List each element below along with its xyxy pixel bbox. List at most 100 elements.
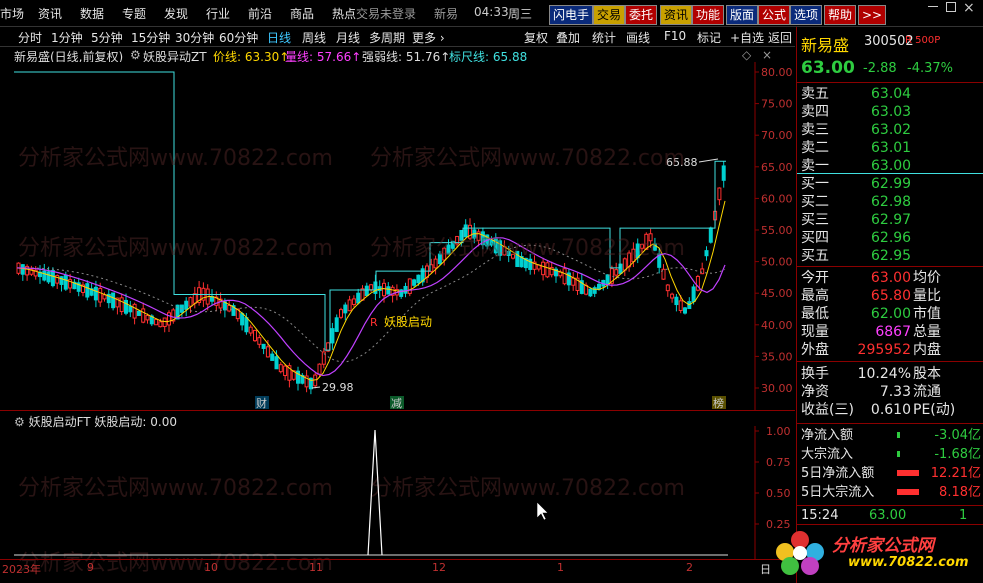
- sub-indicator-chart[interactable]: 1.000.750.500.25: [0, 426, 795, 559]
- bid-row[interactable]: 买三 62.97: [801, 211, 981, 229]
- stat-value: 63.00: [870, 270, 911, 286]
- restore-rights-button[interactable]: 复权: [524, 29, 548, 46]
- flow-row: 5日大宗流入 8.18亿: [801, 484, 981, 502]
- bid-row[interactable]: 买二 62.98: [801, 193, 981, 211]
- maximize-icon[interactable]: [946, 2, 956, 12]
- candle-body: [356, 292, 361, 304]
- menu-data[interactable]: 数据: [80, 5, 104, 22]
- ask-row[interactable]: 卖二 63.01: [801, 139, 981, 157]
- sub-axis: 1.000.750.500.25: [755, 426, 791, 531]
- price-change: -2.88: [863, 61, 897, 76]
- tab-5min[interactable]: 5分钟: [91, 29, 123, 46]
- low-annotation: 29.98: [322, 381, 354, 394]
- tab-15min[interactable]: 15分钟: [131, 29, 170, 46]
- candle-body: [248, 326, 253, 334]
- menu-industry[interactable]: 行业: [206, 5, 230, 22]
- more-button[interactable]: >>: [858, 5, 887, 25]
- back-button[interactable]: 返回: [768, 29, 792, 46]
- indicator-gear-icon[interactable]: ⚙: [130, 48, 141, 62]
- menu-commodity[interactable]: 商品: [290, 5, 314, 22]
- bid-row[interactable]: 买五 62.95: [801, 247, 981, 265]
- login-status[interactable]: 交易未登录: [356, 5, 416, 22]
- info-button[interactable]: 资讯: [660, 5, 693, 25]
- tab-weekly[interactable]: 周线: [302, 29, 326, 46]
- minimize-icon[interactable]: [928, 6, 938, 7]
- bid-price[interactable]: 62.98: [871, 193, 911, 211]
- ask-row[interactable]: 卖五 63.04: [801, 85, 981, 103]
- bid-row[interactable]: 买四 62.96: [801, 229, 981, 247]
- candle-body: [283, 365, 288, 377]
- stat-label: 最高: [801, 288, 829, 304]
- overlay-button[interactable]: 叠加: [556, 29, 580, 46]
- menu-market[interactable]: 市场: [0, 5, 24, 22]
- stat-row: 净资 7.33 流通: [801, 383, 981, 401]
- help-button[interactable]: 帮助: [824, 5, 857, 25]
- candle-body: [50, 270, 55, 287]
- stat-label: 换手: [801, 366, 829, 382]
- bid-price[interactable]: 62.99: [871, 175, 911, 193]
- tab-multi-period[interactable]: 多周期: [369, 29, 405, 46]
- x-label-1: 1: [557, 561, 564, 574]
- tick-price: 63.00: [869, 508, 907, 523]
- price-tick-label: 75.00: [761, 98, 793, 111]
- function-button[interactable]: 功能: [692, 5, 725, 25]
- menu-news[interactable]: 资讯: [38, 5, 62, 22]
- logo-text: 分析家公式网: [832, 536, 934, 556]
- formula-button[interactable]: 公式: [758, 5, 791, 25]
- diamond-icon[interactable]: ◇: [742, 48, 751, 62]
- lightning-trade-button[interactable]: 闪电手: [549, 5, 594, 25]
- bid-price[interactable]: 62.96: [871, 229, 911, 247]
- tab-daily[interactable]: 日线: [267, 29, 291, 46]
- trade-button[interactable]: 交易: [593, 5, 626, 25]
- candle-body: [614, 269, 619, 276]
- pane-divider[interactable]: [0, 410, 795, 411]
- x-axis-day-label[interactable]: 日: [760, 561, 771, 577]
- tab-30min[interactable]: 30分钟: [175, 29, 214, 46]
- candle-body: [721, 165, 726, 181]
- tab-more[interactable]: 更多 ›: [412, 29, 445, 46]
- bid-row[interactable]: 买一 62.99: [801, 175, 981, 193]
- f10-button[interactable]: F10: [664, 29, 686, 43]
- bid-price[interactable]: 62.97: [871, 211, 911, 229]
- menu-topics[interactable]: 专题: [122, 5, 146, 22]
- ask-row[interactable]: 卖三 63.02: [801, 121, 981, 139]
- candle-body: [571, 277, 576, 286]
- bid-price[interactable]: 62.95: [871, 247, 911, 265]
- tab-intraday[interactable]: 分时: [18, 29, 42, 46]
- tab-60min[interactable]: 60分钟: [219, 29, 258, 46]
- layout-button[interactable]: 版面: [726, 5, 759, 25]
- x-label-9: 9: [87, 561, 94, 574]
- mark-button[interactable]: 标记: [697, 29, 721, 46]
- candle-body: [369, 284, 374, 291]
- menu-hotspot[interactable]: 热点: [332, 5, 356, 22]
- sub-tick-label: 0.75: [766, 456, 791, 469]
- add-watchlist-button[interactable]: +自选: [730, 29, 764, 46]
- candle-body: [119, 297, 124, 313]
- logo-url: www.70822.com: [848, 555, 969, 570]
- top-menu-bar: 市场 资讯 数据 专题 发现 行业 前沿 商品 热点 交易未登录 新易 04:3…: [0, 0, 983, 27]
- event-mark-reduce-label: 减: [391, 397, 402, 410]
- draw-line-button[interactable]: 画线: [626, 29, 650, 46]
- menu-discover[interactable]: 发现: [164, 5, 188, 22]
- stat-label-2: 量比: [913, 288, 941, 304]
- ask-price[interactable]: 63.03: [871, 103, 911, 121]
- ask-row[interactable]: 卖四 63.03: [801, 103, 981, 121]
- ask-price[interactable]: 63.04: [871, 85, 911, 103]
- event-mark-finance-label: 财: [256, 396, 267, 410]
- flow-bar: [897, 489, 919, 495]
- tab-monthly[interactable]: 月线: [336, 29, 360, 46]
- statistics-button[interactable]: 统计: [592, 29, 616, 46]
- ask-price[interactable]: 63.01: [871, 139, 911, 157]
- close-indicator-icon[interactable]: ×: [762, 48, 772, 62]
- candle-body: [102, 294, 107, 300]
- tick-volume: 1: [959, 508, 968, 523]
- tab-1min[interactable]: 1分钟: [51, 29, 83, 46]
- order-button[interactable]: 委托: [625, 5, 658, 25]
- options-button[interactable]: 选项: [790, 5, 823, 25]
- x-label-2023: 2023年: [2, 563, 41, 576]
- candle-body: [59, 276, 64, 285]
- stat-value: 10.24%: [857, 366, 911, 382]
- ask-price[interactable]: 63.02: [871, 121, 911, 139]
- close-icon[interactable]: ×: [963, 0, 975, 16]
- menu-frontier[interactable]: 前沿: [248, 5, 272, 22]
